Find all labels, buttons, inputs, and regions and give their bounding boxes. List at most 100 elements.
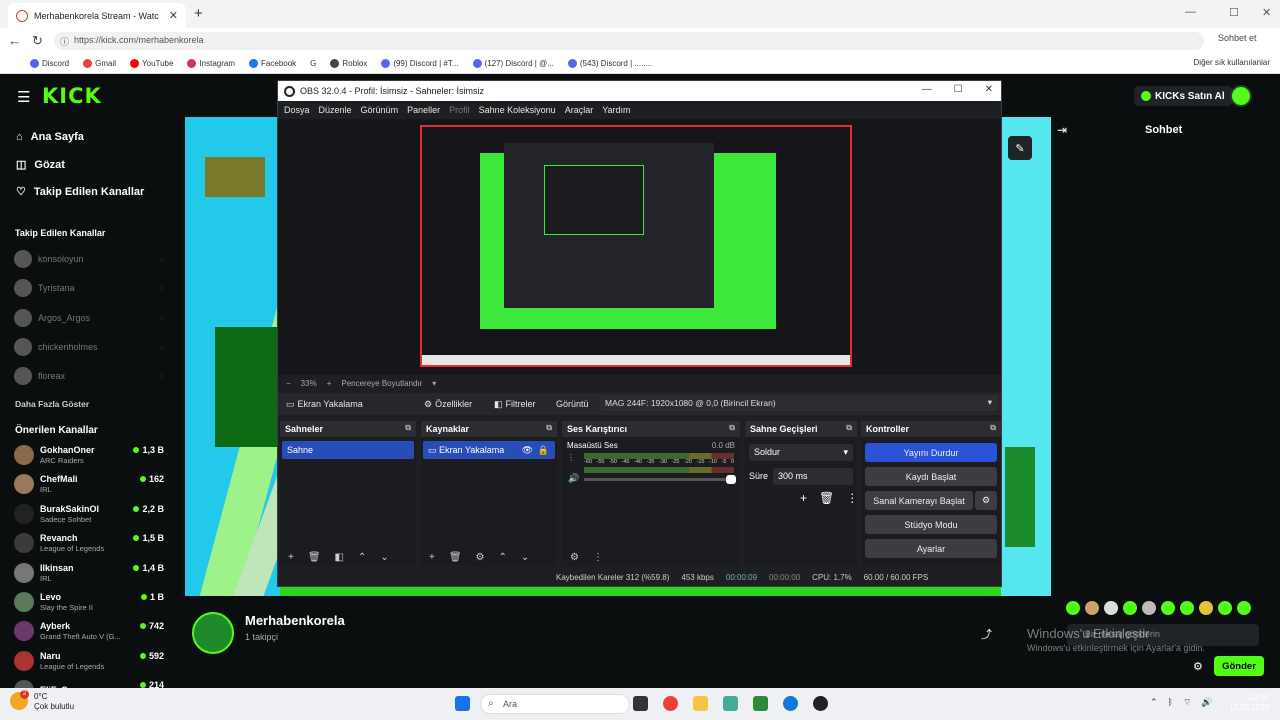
menu-tools[interactable]: Araçlar [565, 105, 594, 115]
bookmark-discord-4[interactable]: (543) Discord | ........ [567, 59, 652, 68]
minimize-icon[interactable]: — [1185, 6, 1196, 18]
start-icon[interactable] [455, 696, 470, 711]
obs-close-icon[interactable]: ✕ [985, 84, 993, 95]
menu-file[interactable]: Dosya [284, 105, 310, 115]
send-button[interactable]: Gönder [1214, 656, 1264, 676]
stop-stream-button[interactable]: Yayını Durdur [865, 443, 997, 462]
user-avatar[interactable] [1230, 85, 1252, 107]
zoom-out-icon[interactable]: − [286, 379, 291, 388]
close-tab-icon[interactable]: ✕ [169, 9, 178, 22]
minecraft-icon[interactable] [753, 696, 768, 711]
obs-maximize-icon[interactable]: ☐ [954, 84, 963, 95]
nav-following[interactable]: ♡ Takip Edilen Kanallar [16, 185, 144, 199]
bookmark-discord-2[interactable]: (99) Discord | #T... [381, 59, 459, 68]
chrome-icon[interactable] [663, 696, 678, 711]
bookmark-roblox[interactable]: Roblox [330, 59, 367, 68]
channel-name[interactable]: Merhabenkorela [245, 613, 345, 628]
bookmark-youtube[interactable]: YouTube [130, 59, 173, 68]
maximize-icon[interactable]: ☐ [1229, 6, 1239, 19]
menu-profile[interactable]: Profil [449, 105, 470, 115]
obs-preview[interactable] [278, 119, 1001, 375]
taskbar-clock[interactable]: 12:55 12.03.2026 [1229, 693, 1269, 713]
collapse-chat-icon[interactable]: ⇥ [1057, 123, 1067, 137]
nav-home[interactable]: ⌂ Ana Sayfa [16, 131, 84, 143]
display-select[interactable]: MAG 244F: 1920x1080 @ 0,0 (Birincil Ekra… [600, 395, 998, 411]
duration-field[interactable]: 300 ms [773, 468, 853, 485]
add-icon[interactable]: + [429, 552, 435, 563]
properties-button[interactable]: ⚙ Özellikler [424, 399, 494, 410]
weather-widget[interactable]: 0°C Çok bulutlu [34, 692, 74, 712]
url-field[interactable]: ⓘ https://kick.com/merhabenkorela [54, 32, 1204, 50]
chevron-down-icon[interactable]: ▾ [432, 379, 436, 388]
nav-browse[interactable]: ◫ Gözat [16, 158, 65, 172]
more-icon[interactable]: ⋮ [593, 552, 603, 563]
app-icon[interactable] [723, 696, 738, 711]
start-recording-button[interactable]: Kaydı Başlat [865, 467, 997, 486]
emote-bar[interactable] [1066, 601, 1251, 615]
filters-button[interactable]: ◧ Filtreler [494, 399, 556, 410]
network-icon[interactable]: ⌔ [1183, 697, 1191, 708]
obs-minimize-icon[interactable]: — [922, 84, 932, 95]
menu-scene-collection[interactable]: Sahne Koleksiyonu [479, 105, 556, 115]
recommended-channel[interactable]: Ayberk Grand Theft Auto V (G... 742 [14, 617, 164, 645]
kick-logo[interactable]: KICK [42, 84, 102, 108]
move-up-icon[interactable]: ⌃ [499, 552, 507, 563]
delete-icon[interactable]: 🗑 [308, 552, 321, 563]
back-icon[interactable]: ← [8, 33, 21, 48]
more-icon[interactable]: ⋮ [846, 491, 858, 505]
source-item[interactable]: ▭ Ekran Yakalama 👁 🔒 [423, 441, 555, 459]
start-virtual-camera-button[interactable]: Sanal Kamerayı Başlat [865, 491, 973, 510]
transition-select[interactable]: Soldur ▾ [749, 444, 853, 461]
scene-item[interactable]: Sahne [282, 441, 414, 459]
virtual-camera-settings-icon[interactable]: ⚙ [975, 491, 997, 510]
move-down-icon[interactable]: ⌄ [380, 552, 388, 563]
file-explorer-icon[interactable] [693, 696, 708, 711]
followed-channel[interactable]: Argos_Argos ◌ [14, 309, 164, 327]
speaker-icon[interactable]: 🔊 [568, 473, 579, 484]
recommended-channel[interactable]: Ilkinsan IRL 1,4 B [14, 559, 164, 587]
close-window-icon[interactable]: ✕ [1262, 6, 1271, 19]
menu-help[interactable]: Yardım [602, 105, 630, 115]
move-down-icon[interactable]: ⌄ [521, 552, 529, 563]
followed-channel[interactable]: Tyristana ◌ [14, 279, 164, 297]
gear-icon[interactable]: ⚙ [476, 552, 485, 563]
move-up-icon[interactable]: ⌃ [358, 552, 366, 563]
zoom-in-icon[interactable]: + [327, 379, 332, 388]
recommended-channel[interactable]: ChefMali IRL 162 [14, 470, 164, 498]
chat-button[interactable]: Sohbet et [1218, 33, 1257, 43]
browser-tab[interactable]: Merhabenkorela Stream - Watc ✕ [8, 3, 186, 28]
taskbar-search[interactable]: ⌕ Ara [480, 694, 630, 714]
followed-channel[interactable]: floreax ◌ [14, 367, 164, 385]
recommended-channel[interactable]: Revanch League of Legends 1,5 B [14, 529, 164, 557]
bookmark-discord-3[interactable]: (127) Discord | @... [472, 59, 554, 68]
bookmark-discord[interactable]: Discord [30, 59, 69, 68]
followed-channel[interactable]: chickenholmes ◌ [14, 338, 164, 356]
show-more-link[interactable]: Daha Fazla Göster [15, 399, 89, 409]
filter-icon[interactable]: ◧ [335, 552, 344, 563]
share-icon[interactable]: ⤴ [981, 626, 992, 642]
new-tab-icon[interactable]: + [194, 5, 203, 22]
buy-kicks-button[interactable]: KICKs Satın Al [1134, 86, 1232, 106]
edit-icon[interactable]: ✎ [1008, 136, 1032, 160]
delete-icon[interactable]: 🗑 [449, 552, 462, 563]
bluetooth-icon[interactable]: ᛒ [1168, 697, 1173, 708]
menu-icon[interactable]: ☰ [17, 88, 30, 106]
bookmark-google[interactable]: G [310, 59, 316, 68]
gear-icon[interactable]: ⚙ [570, 552, 579, 563]
bookmark-instagram[interactable]: Instagram [187, 59, 235, 68]
delete-icon[interactable]: 🗑 [819, 491, 834, 505]
settings-button[interactable]: Ayarlar [865, 539, 997, 558]
add-icon[interactable]: + [288, 552, 294, 563]
weather-icon[interactable]: 2 [10, 690, 29, 710]
other-bookmarks[interactable]: Diğer sık kullanılanlar [1194, 58, 1270, 67]
volume-slider[interactable] [584, 475, 736, 484]
recommended-channel[interactable]: Levo Slay the Spire II 1 B [14, 588, 164, 616]
bookmark-facebook[interactable]: Facebook [249, 59, 296, 68]
add-icon[interactable]: + [800, 491, 807, 505]
task-view-icon[interactable] [633, 696, 648, 711]
preview-canvas[interactable] [420, 125, 852, 367]
recommended-channel[interactable]: GokhanOner ARC Raiders 1,3 B [14, 441, 164, 469]
menu-view[interactable]: Görünüm [361, 105, 399, 115]
chat-settings-icon[interactable]: ⚙ [1193, 660, 1203, 673]
fit-to-window[interactable]: Pencereye Boyutlandır [341, 379, 422, 388]
